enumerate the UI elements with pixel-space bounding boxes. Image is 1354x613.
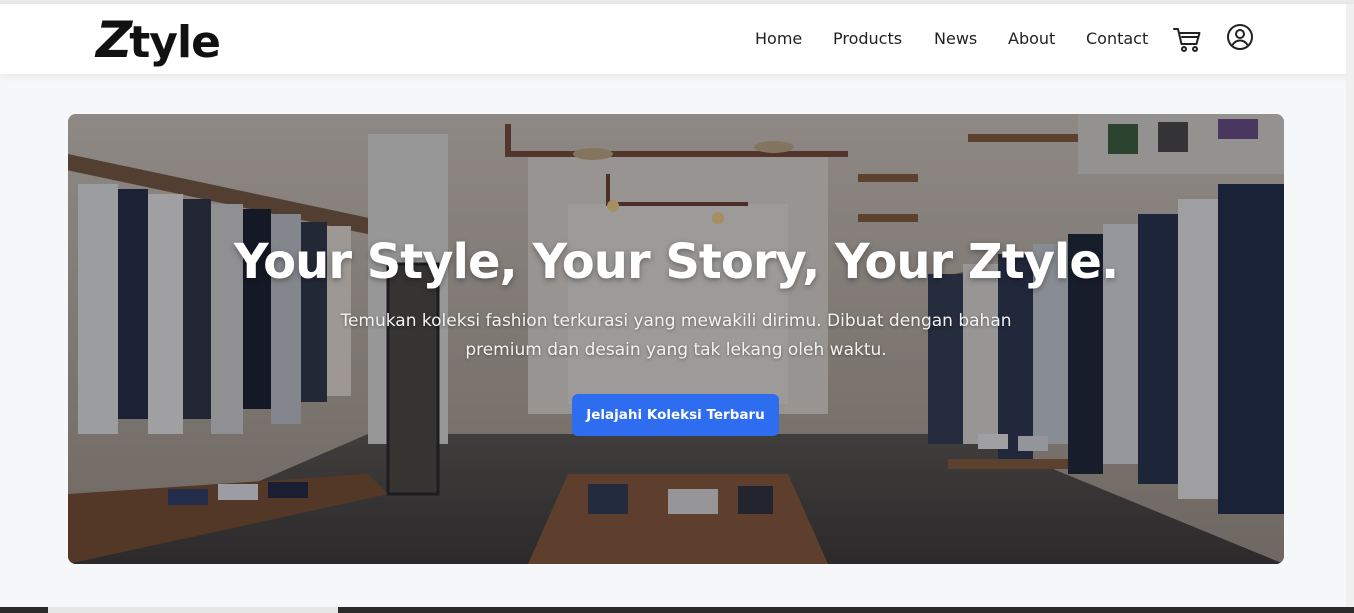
hero-banner: Your Style, Your Story, Your Ztyle. Temu… <box>68 114 1284 564</box>
cart-button[interactable] <box>1172 23 1204 55</box>
next-section-edge <box>0 607 1354 613</box>
next-section-edge-light <box>48 607 338 613</box>
nav-contact[interactable]: Contact <box>1086 28 1148 50</box>
hero-subtitle: Temukan koleksi fashion terkurasi yang m… <box>340 311 1012 360</box>
main-nav: Home Products News About Contact <box>0 28 1354 58</box>
user-circle-icon <box>1227 24 1253 50</box>
hero-title: Your Style, Your Story, Your Ztyle. <box>233 234 1119 290</box>
nav-home[interactable]: Home <box>755 28 802 50</box>
explore-collection-button[interactable]: Jelajahi Koleksi Terbaru <box>572 394 779 436</box>
nav-news[interactable]: News <box>934 28 977 50</box>
nav-products[interactable]: Products <box>833 28 902 50</box>
scrollbar[interactable] <box>1346 4 1354 607</box>
nav-about[interactable]: About <box>1008 28 1055 50</box>
account-button[interactable] <box>1226 23 1254 51</box>
cart-icon <box>1173 28 1201 52</box>
navbar: Ztyle Home Products News About Contact <box>0 4 1354 74</box>
